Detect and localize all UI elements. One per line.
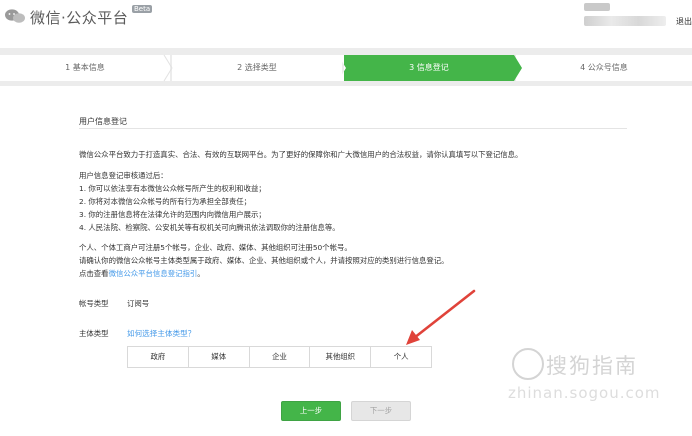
watermark: 搜狗指南 zhinan.sogou.com bbox=[508, 340, 688, 410]
watermark-url: zhinan.sogou.com bbox=[508, 384, 661, 402]
watermark-text: 搜狗指南 bbox=[546, 354, 638, 378]
sogou-logo-icon bbox=[512, 348, 544, 380]
